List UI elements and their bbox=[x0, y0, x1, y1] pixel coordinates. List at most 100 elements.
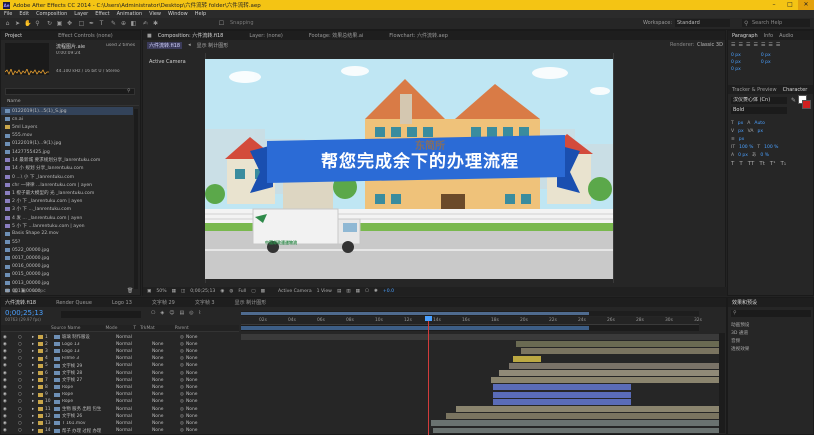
project-item[interactable]: 0122019(1)...5(1)_S.jpg bbox=[1, 107, 133, 116]
align-left-icon[interactable]: ☰ bbox=[731, 42, 735, 48]
layer-name[interactable]: Rope bbox=[62, 392, 116, 397]
column-trkmat[interactable]: TrkMat bbox=[140, 326, 155, 331]
layer-duration-bar[interactable] bbox=[493, 398, 631, 405]
project-search-input[interactable] bbox=[5, 88, 135, 95]
trkmat-value[interactable]: None bbox=[152, 385, 180, 390]
maximize-icon[interactable]: □ bbox=[782, 0, 798, 10]
graph-editor-icon[interactable]: ⌇ bbox=[199, 310, 201, 316]
project-item[interactable]: 5ml Layers bbox=[1, 123, 133, 131]
label-color-swatch[interactable] bbox=[38, 407, 43, 412]
project-item[interactable]: Basis Shape 22.mov bbox=[1, 230, 133, 238]
layer-mode[interactable]: Normal bbox=[116, 421, 144, 426]
menu-effect[interactable]: Effect bbox=[95, 11, 109, 17]
label-color-swatch[interactable] bbox=[38, 342, 43, 347]
visibility-eye-icon[interactable]: ◉ bbox=[3, 363, 11, 368]
current-time-display[interactable]: 0;00;25;13 bbox=[190, 289, 215, 294]
project-item[interactable]: chr 一律律 ...lanrentuku.com | ayen bbox=[1, 181, 133, 189]
solo-icon[interactable]: ○ bbox=[18, 371, 25, 376]
effects-search-input[interactable] bbox=[731, 310, 811, 317]
trkmat-value[interactable]: None bbox=[152, 363, 180, 368]
layer-mode[interactable]: Normal bbox=[116, 356, 144, 361]
flowchart-icon[interactable]: ⎔ bbox=[365, 289, 369, 294]
pen-tool-icon[interactable]: ✒ bbox=[88, 20, 95, 27]
layer-name[interactable]: Rope bbox=[62, 399, 116, 404]
project-item[interactable]: 1427755425.jpg bbox=[1, 148, 133, 156]
layer-name[interactable]: 帮子 办理 过程 办理 bbox=[62, 428, 116, 434]
parent-value[interactable]: None bbox=[186, 356, 212, 361]
layer-name[interactable]: 玻璃 制作服设 bbox=[62, 334, 116, 340]
tab-flowchart[interactable]: Flowchart: 六件流转.aep bbox=[389, 32, 448, 39]
timeline-timecode[interactable]: 0;00;25;13 bbox=[5, 309, 43, 317]
font-style-dropdown[interactable]: Bold bbox=[731, 107, 787, 114]
label-color-swatch[interactable] bbox=[38, 363, 43, 368]
layer-mode[interactable]: Normal bbox=[116, 349, 144, 354]
tab-audio[interactable]: Audio bbox=[779, 33, 793, 39]
layer-duration-bar[interactable] bbox=[493, 391, 631, 398]
parent-value[interactable]: None bbox=[186, 335, 212, 340]
timeline-icon[interactable]: ▦ bbox=[356, 289, 360, 294]
layer-duration-bar[interactable] bbox=[491, 377, 719, 384]
tab-effect-controls[interactable]: Effect Controls (none) bbox=[58, 33, 113, 39]
label-color-swatch[interactable] bbox=[38, 371, 43, 376]
tab-text-29[interactable]: 文字帧 29 bbox=[152, 299, 175, 306]
effects-item[interactable]: 动画预设 bbox=[731, 322, 811, 330]
solo-icon[interactable]: ○ bbox=[18, 399, 25, 404]
visibility-eye-icon[interactable]: ◉ bbox=[3, 392, 11, 397]
eyedropper-icon[interactable]: ✎ bbox=[791, 97, 796, 104]
project-item[interactable]: 0522_00000.jpg bbox=[1, 246, 133, 254]
visibility-eye-icon[interactable]: ◉ bbox=[3, 421, 11, 426]
first-line-value[interactable]: 0 px bbox=[731, 67, 741, 72]
bpc-indicator[interactable]: 8 bpc bbox=[33, 289, 46, 294]
menu-view[interactable]: View bbox=[149, 11, 161, 17]
trkmat-value[interactable]: None bbox=[152, 378, 180, 383]
solo-icon[interactable]: ○ bbox=[18, 342, 25, 347]
view-layout-dropdown[interactable]: 1 View bbox=[317, 289, 332, 294]
label-color-swatch[interactable] bbox=[38, 335, 43, 340]
label-color-swatch[interactable] bbox=[38, 356, 43, 361]
tracking-value[interactable]: px bbox=[758, 129, 764, 134]
channel-icon[interactable]: ◍ bbox=[229, 289, 233, 294]
layer-name[interactable]: Logo 13 bbox=[62, 342, 116, 347]
font-size-value[interactable]: px bbox=[738, 121, 744, 126]
column-parent[interactable]: Parent bbox=[175, 326, 189, 331]
layer-mode[interactable]: Normal bbox=[116, 392, 144, 397]
project-item[interactable]: 55? bbox=[1, 238, 133, 246]
menu-animation[interactable]: Animation bbox=[117, 11, 143, 17]
project-item[interactable]: 2 小 下 _lanrentuku.com | ayen bbox=[1, 197, 133, 205]
project-item[interactable]: 555.mov bbox=[1, 132, 133, 140]
breadcrumb-subcomp[interactable]: 显示 制计图形 bbox=[197, 42, 229, 49]
space-after-value[interactable]: 0 px bbox=[761, 60, 771, 65]
trkmat-value[interactable]: None bbox=[152, 414, 180, 419]
layer-mode[interactable]: Normal bbox=[116, 385, 144, 390]
playhead-handle[interactable] bbox=[425, 316, 432, 321]
justify-center-icon[interactable]: ☰ bbox=[761, 42, 765, 48]
minimize-icon[interactable]: – bbox=[766, 0, 782, 10]
tab-render-queue[interactable]: Render Queue bbox=[56, 300, 92, 306]
column-mode[interactable]: Mode bbox=[105, 326, 117, 331]
column-source-name[interactable]: Source Name bbox=[51, 326, 80, 331]
trkmat-value[interactable]: None bbox=[152, 421, 180, 426]
faux-italic-icon[interactable]: T bbox=[739, 161, 742, 167]
baseline-shift-value[interactable]: 0 px bbox=[738, 153, 748, 158]
layer-name[interactable]: Fillme 3 bbox=[62, 356, 116, 361]
hand-tool-icon[interactable]: ✋ bbox=[24, 20, 31, 27]
tab-project[interactable]: Project bbox=[5, 33, 22, 39]
layer-name[interactable]: 文字帧 28 bbox=[62, 370, 116, 376]
renderer-value[interactable]: Classic 3D bbox=[697, 42, 723, 48]
home-icon[interactable]: ⌂ bbox=[4, 20, 11, 27]
rectangle-tool-icon[interactable]: □ bbox=[78, 20, 85, 27]
camera-tool-icon[interactable]: ▣ bbox=[56, 20, 63, 27]
tsume-value[interactable]: 0 % bbox=[760, 153, 769, 158]
layer-mode[interactable]: Normal bbox=[116, 378, 144, 383]
project-item[interactable]: 0 ...\ 小 下 _lanrentuku.com bbox=[1, 173, 133, 181]
trkmat-value[interactable]: None bbox=[152, 356, 180, 361]
solo-icon[interactable]: ○ bbox=[18, 356, 25, 361]
project-scrollbar[interactable] bbox=[134, 109, 138, 289]
layer-duration-bar[interactable] bbox=[509, 362, 719, 369]
close-icon[interactable]: ✕ bbox=[798, 0, 814, 10]
shy-icon[interactable]: ☺ bbox=[169, 310, 174, 316]
selection-tool-icon[interactable]: ➤ bbox=[14, 20, 21, 27]
column-name-header[interactable]: Name bbox=[7, 99, 139, 106]
tab-character[interactable]: Character bbox=[783, 87, 808, 93]
layer-mode[interactable]: Normal bbox=[116, 342, 144, 347]
